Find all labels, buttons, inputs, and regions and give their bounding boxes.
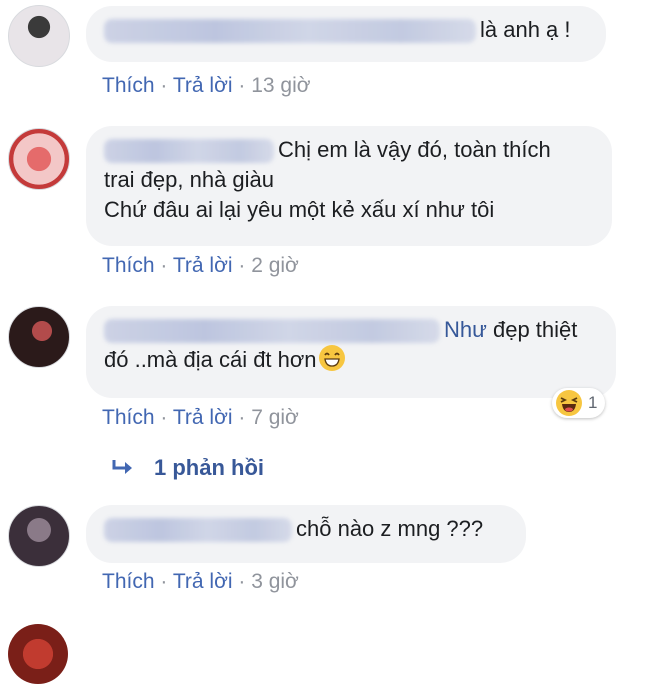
separator: · [160,570,168,593]
timestamp[interactable]: 2 giờ [251,254,299,277]
avatar[interactable] [8,5,70,67]
avatar[interactable] [8,306,70,368]
avatar[interactable] [8,624,68,684]
blurred-author-name[interactable] [104,19,476,44]
like-link[interactable]: Thích [102,406,155,429]
blurred-author-name[interactable] [104,319,440,344]
comment-actions: Thích · Trả lời · 13 giờ [102,74,311,98]
reaction-count-chip[interactable]: 1 [552,388,606,418]
blurred-author-name[interactable] [104,518,292,543]
comment-text-line: Chị em là vậy đó, toàn thích [278,137,551,162]
separator: · [238,74,246,97]
comment-text-line: là anh ạ ! [480,17,571,42]
comment-text-line: đó ..mà địa cái đt hơn [104,347,317,372]
reply-arrow-icon [112,460,132,474]
reaction-count: 1 [588,393,598,412]
comment-bubble: Chị em là vậy đó, toàn thích trai đẹp, n… [86,126,612,246]
haha-emoji-icon [556,390,582,416]
comment-text-line: trai đẹp, nhà giàu [104,167,275,192]
separator: · [238,254,246,277]
comment-text-line: Chứ đâu ai lại yêu một kẻ xấu xí như tôi [104,197,495,222]
timestamp[interactable]: 7 giờ [251,406,299,429]
timestamp[interactable]: 3 giờ [251,570,299,593]
timestamp[interactable]: 13 giờ [251,74,310,97]
separator: · [160,74,168,97]
comment-text-line: chỗ nào z mng ??? [296,516,484,541]
comment-actions: Thích · Trả lời · 3 giờ [102,570,299,594]
comment-bubble: Như đẹp thiệt đó ..mà địa cái đt hơn [86,306,616,398]
comment-actions: Thích · Trả lời · 7 giờ [102,406,299,430]
author-name-fragment[interactable]: Như [444,317,487,342]
view-replies-link[interactable]: 1 phản hồi [112,455,264,481]
reply-link[interactable]: Trả lời [173,406,233,429]
separator: · [238,406,246,429]
like-link[interactable]: Thích [102,74,155,97]
grinning-emoji-icon [318,345,345,371]
comment-text-line: đẹp thiệt [492,317,578,342]
like-link[interactable]: Thích [102,570,155,593]
blurred-author-name[interactable] [104,139,274,164]
avatar[interactable] [8,505,70,567]
reply-link[interactable]: Trả lời [173,570,233,593]
comment-bubble: là anh ạ ! [86,6,606,62]
reply-link[interactable]: Trả lời [173,254,233,277]
avatar[interactable] [8,128,70,190]
comment-actions: Thích · Trả lời · 2 giờ [102,254,299,278]
separator: · [238,570,246,593]
replies-count-label: 1 phản hồi [154,455,264,480]
separator: · [160,406,168,429]
comment-bubble: chỗ nào z mng ??? [86,505,526,563]
like-link[interactable]: Thích [102,254,155,277]
reply-link[interactable]: Trả lời [173,74,233,97]
separator: · [160,254,168,277]
